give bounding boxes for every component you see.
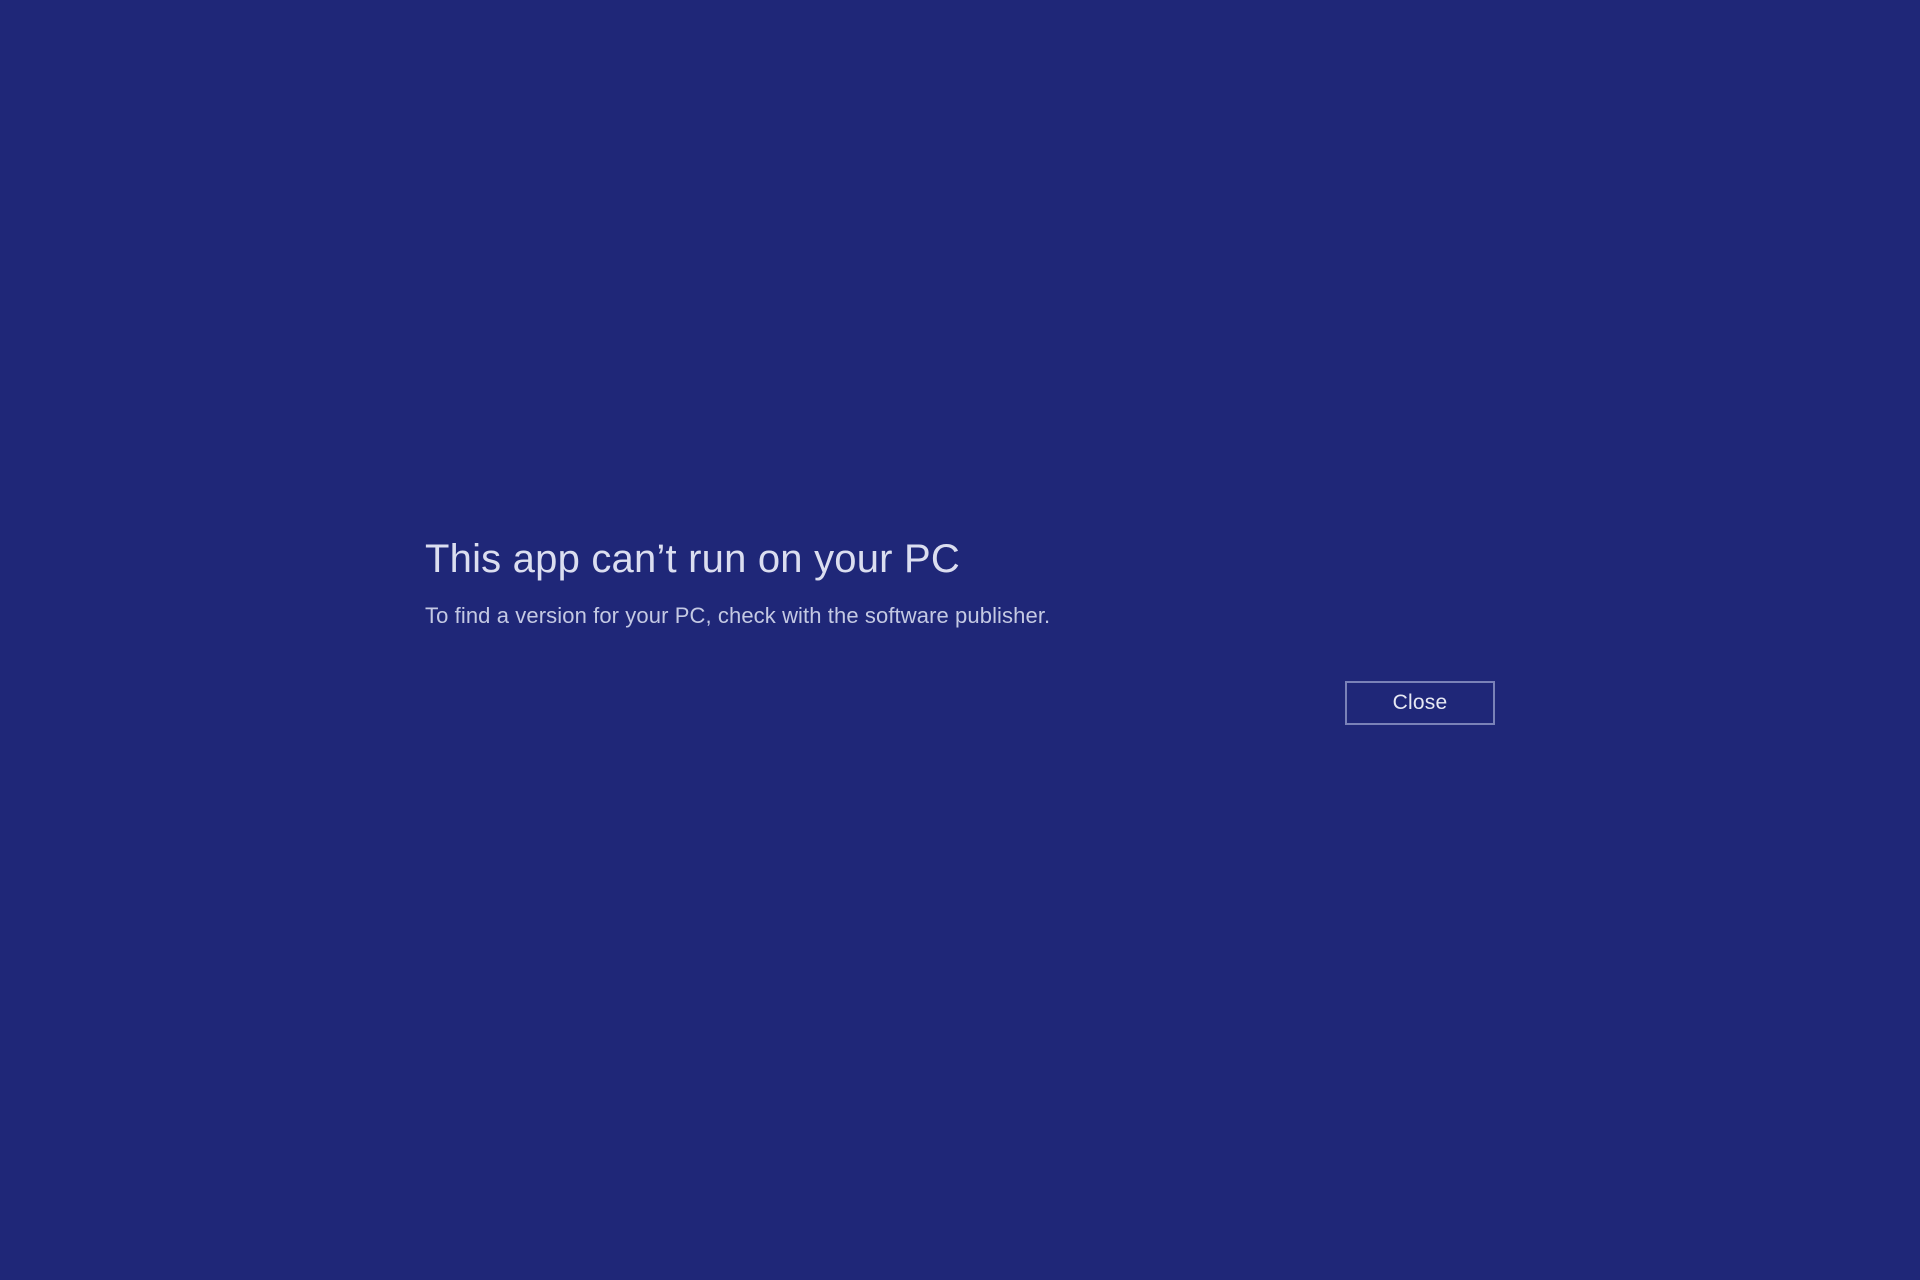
dialog-content: This app can’t run on your PC To find a …	[425, 535, 1495, 726]
close-button[interactable]: Close	[1345, 681, 1495, 725]
dialog-button-row: Close	[425, 681, 1495, 725]
dialog-heading: This app can’t run on your PC	[425, 535, 1495, 583]
fullscreen-error-overlay: This app can’t run on your PC To find a …	[0, 0, 1920, 1280]
dialog-subtext: To find a version for your PC, check wit…	[425, 601, 1495, 632]
